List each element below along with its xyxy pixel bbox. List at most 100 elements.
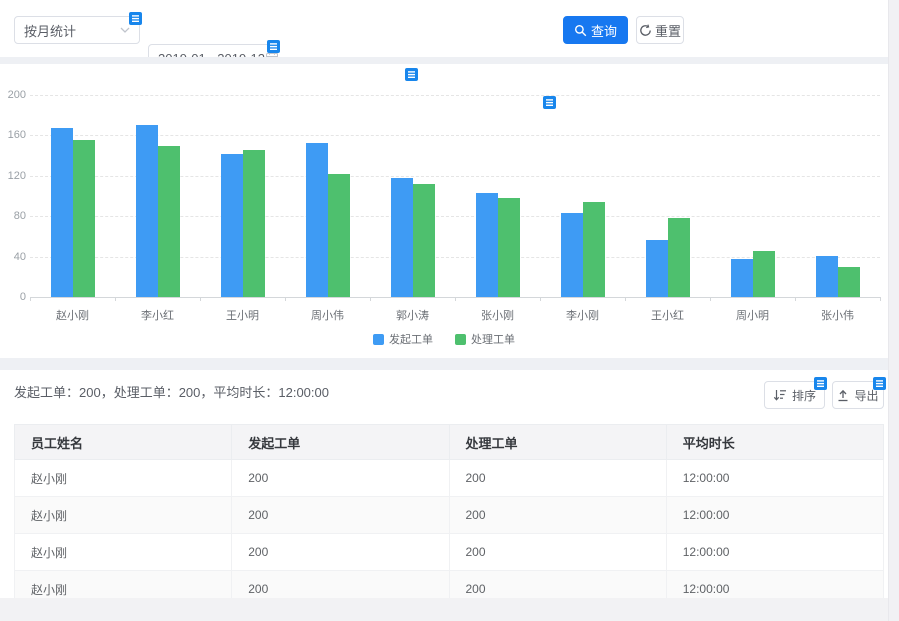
table-cell: 赵小刚 xyxy=(15,571,232,599)
table-column-header: 平均时长 xyxy=(666,425,883,460)
y-axis-tick-label: 0 xyxy=(2,291,26,303)
section-divider xyxy=(0,57,888,64)
table-body: 赵小刚20020012:00:00赵小刚20020012:00:00赵小刚200… xyxy=(15,460,884,599)
x-axis-category-label: 周小伟 xyxy=(285,307,370,323)
x-axis-tick-mark xyxy=(540,297,541,301)
export-button[interactable]: 导出 xyxy=(832,381,884,409)
table-row: 赵小刚20020012:00:00 xyxy=(15,571,884,599)
x-axis-category-label: 李小红 xyxy=(115,307,200,323)
table-cell: 12:00:00 xyxy=(666,534,883,571)
table-cell: 200 xyxy=(232,460,449,497)
workorder-bar-chart-card: 04080120160200赵小刚李小红王小明周小伟郭小涛张小刚李小刚王小红周小… xyxy=(0,64,888,358)
search-icon xyxy=(574,24,587,37)
chevron-down-icon xyxy=(120,27,130,33)
table-column-header: 发起工单 xyxy=(232,425,449,460)
grid-line xyxy=(30,135,880,136)
bar-发起工单-王小明 xyxy=(221,154,243,297)
table-row: 赵小刚20020012:00:00 xyxy=(15,534,884,571)
x-axis-category-label: 王小明 xyxy=(200,307,285,323)
bar-发起工单-张小刚 xyxy=(476,193,498,297)
table-cell: 12:00:00 xyxy=(666,460,883,497)
x-axis-tick-mark xyxy=(115,297,116,301)
summary-totals-text: 发起工单：200，处理工单：200，平均时长：12:00:00 xyxy=(14,382,329,401)
bar-处理工单-张小刚 xyxy=(498,198,520,297)
bar-处理工单-周小伟 xyxy=(328,174,350,297)
x-axis-tick-mark xyxy=(455,297,456,301)
x-axis-tick-mark xyxy=(30,297,31,301)
statistics-table-section: 发起工单：200，处理工单：200，平均时长：12:00:00 排序 导出 员工… xyxy=(0,370,888,598)
vertical-scrollbar[interactable] xyxy=(888,0,899,621)
x-axis-tick-mark xyxy=(370,297,371,301)
x-axis-category-label: 赵小刚 xyxy=(30,307,115,323)
table-header: 员工姓名发起工单处理工单平均时长 xyxy=(15,425,884,460)
table-cell: 赵小刚 xyxy=(15,460,232,497)
component-list-badge-icon[interactable] xyxy=(814,377,827,390)
x-axis-category-label: 张小刚 xyxy=(455,307,540,323)
x-axis-category-label: 张小伟 xyxy=(795,307,880,323)
component-list-badge-icon[interactable] xyxy=(129,12,142,25)
x-axis-tick-mark xyxy=(625,297,626,301)
legend-swatch-icon xyxy=(455,334,466,345)
legend-label: 处理工单 xyxy=(471,331,515,347)
refresh-icon xyxy=(639,24,652,37)
table-cell: 12:00:00 xyxy=(666,497,883,534)
legend-item-发起工单[interactable]: 发起工单 xyxy=(373,331,433,347)
component-list-badge-icon[interactable] xyxy=(873,377,886,390)
bar-处理工单-王小明 xyxy=(243,150,265,297)
component-list-badge-icon[interactable] xyxy=(267,40,280,53)
sort-icon xyxy=(773,389,787,401)
table-cell: 200 xyxy=(449,460,666,497)
filter-toolbar: 按月统计 2019-01 - 2019-12 选择部门 xyxy=(0,0,888,57)
table-cell: 200 xyxy=(449,534,666,571)
bar-发起工单-郭小涛 xyxy=(391,178,413,297)
bar-chart-plot-area[interactable]: 04080120160200赵小刚李小红王小明周小伟郭小涛张小刚李小刚王小红周小… xyxy=(30,95,880,298)
reset-button-label: 重置 xyxy=(655,21,681,40)
bar-处理工单-周小明 xyxy=(753,251,775,297)
table-cell: 200 xyxy=(449,497,666,534)
sort-button[interactable]: 排序 xyxy=(764,381,825,409)
stat-type-value: 按月统计 xyxy=(24,21,76,40)
stat-type-select[interactable]: 按月统计 xyxy=(14,16,140,44)
x-axis-tick-mark xyxy=(795,297,796,301)
table-cell: 赵小刚 xyxy=(15,497,232,534)
x-axis-tick-mark xyxy=(285,297,286,301)
bar-发起工单-周小明 xyxy=(731,259,753,297)
bar-发起工单-张小伟 xyxy=(816,256,838,297)
export-icon xyxy=(837,389,849,402)
table-cell: 12:00:00 xyxy=(666,571,883,599)
bar-处理工单-赵小刚 xyxy=(73,140,95,297)
bar-发起工单-周小伟 xyxy=(306,143,328,297)
y-axis-tick-label: 80 xyxy=(2,210,26,222)
sort-button-label: 排序 xyxy=(792,387,816,404)
employee-stats-table: 员工姓名发起工单处理工单平均时长 赵小刚20020012:00:00赵小刚200… xyxy=(14,424,884,598)
table-cell: 200 xyxy=(232,571,449,599)
grid-line xyxy=(30,95,880,96)
table-row: 赵小刚20020012:00:00 xyxy=(15,497,884,534)
y-axis-tick-label: 200 xyxy=(2,89,26,101)
page-bottom-strip xyxy=(0,598,888,621)
chart-legend: 发起工单 处理工单 xyxy=(0,331,888,347)
legend-label: 发起工单 xyxy=(389,331,433,347)
table-cell: 200 xyxy=(449,571,666,599)
y-axis-tick-label: 40 xyxy=(2,251,26,263)
workorder-statistics-page: 按月统计 2019-01 - 2019-12 选择部门 xyxy=(0,0,899,621)
reset-button[interactable]: 重置 xyxy=(636,16,684,44)
bar-处理工单-王小红 xyxy=(668,218,690,297)
x-axis-tick-mark xyxy=(880,297,881,301)
query-button[interactable]: 查询 xyxy=(563,16,628,44)
bar-发起工单-赵小刚 xyxy=(51,128,73,297)
bar-处理工单-李小刚 xyxy=(583,202,605,297)
x-axis-tick-mark xyxy=(710,297,711,301)
legend-item-处理工单[interactable]: 处理工单 xyxy=(455,331,515,347)
y-axis-tick-label: 160 xyxy=(2,129,26,141)
legend-swatch-icon xyxy=(373,334,384,345)
y-axis-tick-label: 120 xyxy=(2,170,26,182)
component-list-badge-icon[interactable] xyxy=(543,96,556,109)
component-list-badge-icon[interactable] xyxy=(405,68,418,81)
x-axis-category-label: 周小明 xyxy=(710,307,795,323)
bar-发起工单-李小刚 xyxy=(561,213,583,297)
bar-发起工单-王小红 xyxy=(646,240,668,297)
bar-处理工单-张小伟 xyxy=(838,267,860,297)
bar-发起工单-李小红 xyxy=(136,125,158,297)
table-column-header: 员工姓名 xyxy=(15,425,232,460)
